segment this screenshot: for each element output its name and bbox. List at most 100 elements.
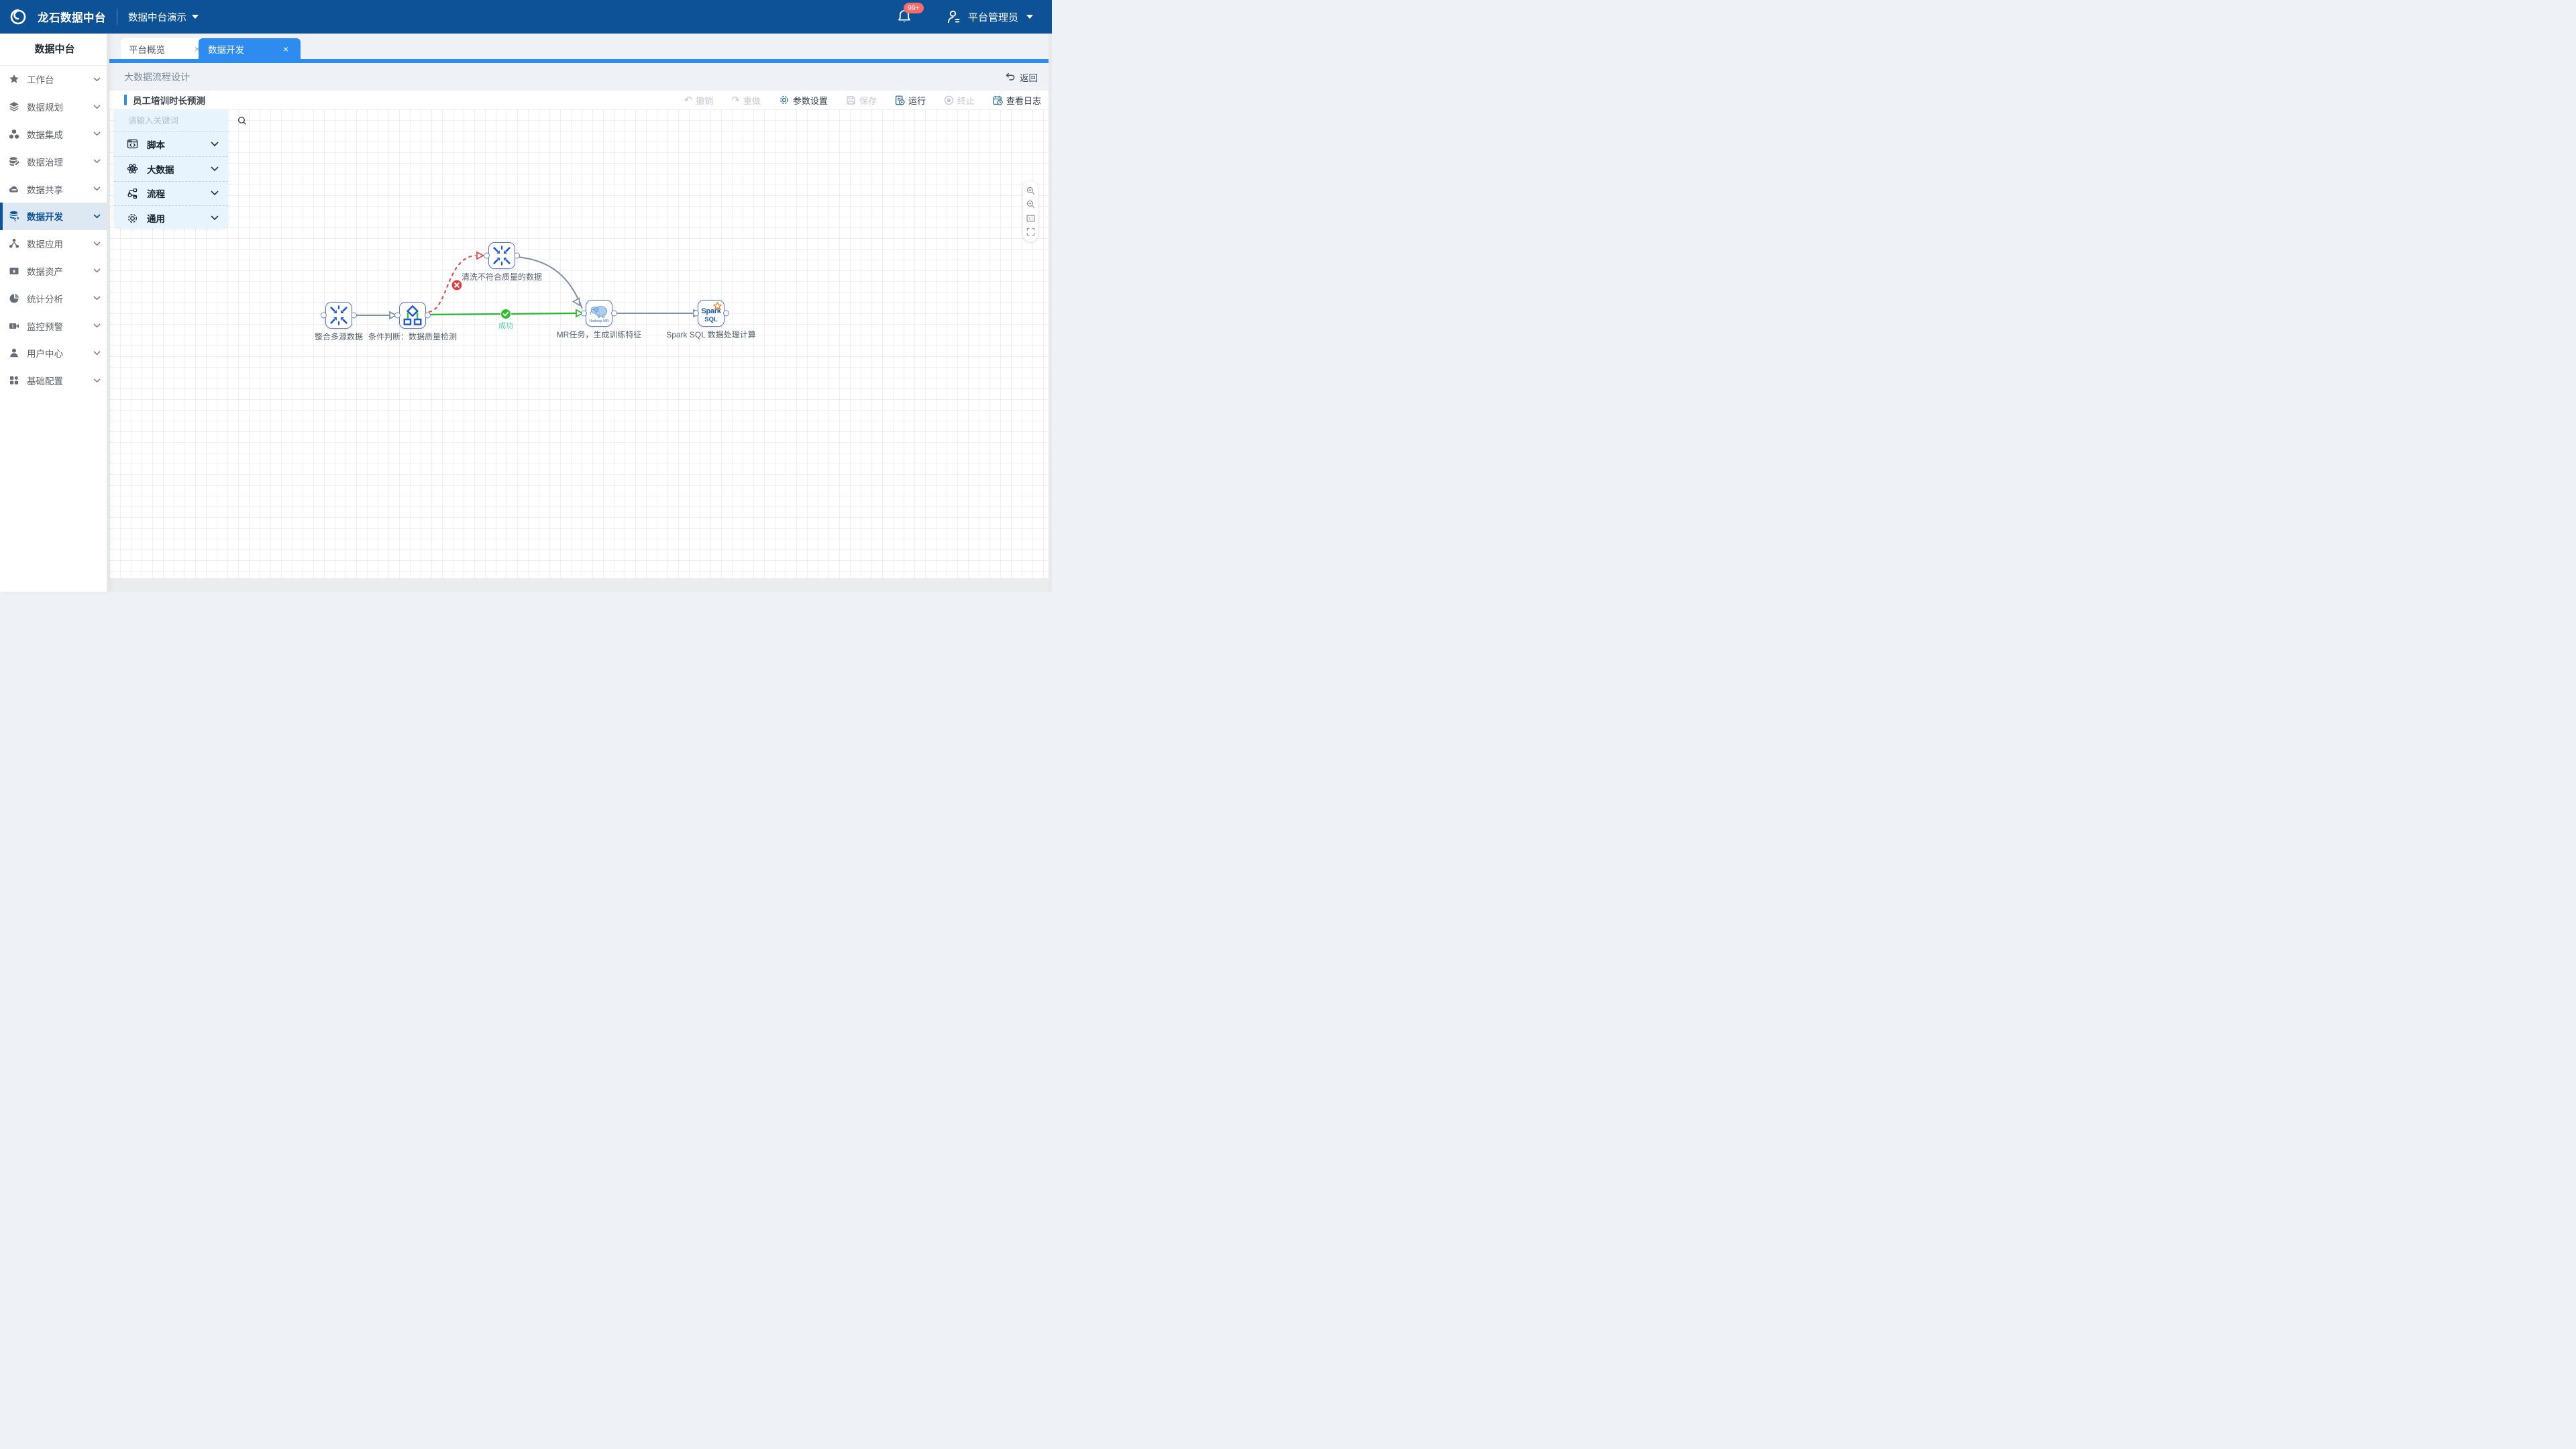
node-merge-sources[interactable] [325, 302, 352, 329]
view-logs-button[interactable]: 查看日志 [993, 94, 1041, 107]
notification-bell[interactable]: 99+ [897, 9, 912, 25]
bottom-strip [109, 578, 1052, 592]
chevron-down-icon [192, 15, 199, 19]
output-port[interactable] [723, 311, 729, 317]
log-calendar-icon [993, 95, 1003, 105]
brand-logo-icon [8, 7, 28, 27]
sidebar-item-data-application[interactable]: 数据应用 [0, 230, 109, 258]
sidebar-item-data-assets[interactable]: ¥ 数据资产 [0, 258, 109, 285]
node-label: 清洗不符合质量的数据 [428, 271, 576, 282]
sidebar-item-user-center[interactable]: 用户中心 [0, 339, 109, 367]
canvas-zoom-controls: 1:1 [1023, 181, 1038, 241]
sidebar-item-label: 数据应用 [27, 237, 63, 250]
flow-name: 员工培训时长预测 [124, 93, 205, 107]
chevron-down-icon [211, 191, 219, 196]
chevron-down-icon [93, 105, 101, 109]
converge-arrows-icon [328, 305, 350, 326]
user-icon [9, 347, 19, 358]
node-label: 条件判断：数据质量检测 [339, 331, 486, 342]
output-port[interactable] [611, 311, 617, 317]
layers-icon [9, 101, 19, 112]
back-button[interactable]: 返回 [1006, 70, 1038, 84]
run-icon [895, 95, 905, 105]
save-button: 保存 [846, 94, 877, 107]
input-port[interactable] [693, 311, 699, 317]
output-port[interactable] [514, 253, 520, 259]
sidebar-item-label: 数据规划 [27, 100, 63, 113]
sidebar-item-workbench[interactable]: 工作台 [0, 66, 109, 93]
sidebar-item-data-development[interactable]: 数据开发 [0, 203, 109, 230]
svg-text:1:1: 1:1 [1028, 217, 1033, 221]
palette-category-script[interactable]: 脚本 [114, 131, 228, 156]
input-port[interactable] [581, 311, 587, 317]
run-button[interactable]: 运行 [895, 94, 926, 107]
sidebar-item-label: 数据资产 [27, 264, 63, 278]
database-pen-icon [9, 156, 19, 167]
pie-chart-icon [9, 293, 19, 304]
converge-arrows-icon [491, 245, 513, 266]
node-label: Spark SQL 数据处理计算 [637, 329, 785, 340]
sidebar-item-label: 统计分析 [27, 292, 63, 305]
zoom-out-icon[interactable] [1026, 200, 1035, 209]
flow-canvas[interactable]: 脚本 大数据 流程 通用 [109, 109, 1052, 578]
sidebar-item-label: 数据共享 [27, 182, 63, 196]
star-icon [9, 74, 19, 85]
input-port[interactable] [484, 253, 490, 259]
window-scrollbar[interactable] [1049, 34, 1052, 592]
workspace-switcher[interactable]: 数据中台演示 [128, 10, 199, 24]
node-clean-bad-data[interactable] [488, 242, 515, 269]
actual-size-icon[interactable]: 1:1 [1026, 214, 1035, 223]
tab-data-development[interactable]: 数据开发 × [199, 38, 301, 59]
script-icon [127, 138, 138, 150]
palette-category-label: 大数据 [147, 162, 174, 176]
palette-category-bigdata[interactable]: 大数据 [114, 156, 228, 181]
brand-title: 龙石数据中台 [38, 9, 106, 25]
sidebar: 数据中台 工作台 数据规划 数据集成 数据治理 数据共享 数据开发 数据应用 ¥… [0, 34, 109, 592]
tab-label: 数据开发 [208, 42, 244, 56]
fit-view-icon[interactable] [1026, 227, 1035, 236]
palette-category-general[interactable]: 通用 [114, 205, 228, 230]
flow-toolbar: 员工培训时长预测 ↶ 撤销 ↷ 重做 参数设置 保存 [109, 91, 1052, 109]
gear-icon [127, 213, 138, 224]
node-hadoop-mr-task[interactable]: Hadoop MR [586, 300, 612, 327]
input-port[interactable] [321, 313, 327, 319]
palette-category-flow[interactable]: 流程 [114, 181, 228, 206]
sidebar-item-data-planning[interactable]: 数据规划 [0, 93, 109, 121]
sidebar-item-label: 数据开发 [27, 209, 63, 223]
input-port[interactable] [394, 313, 400, 319]
chevron-down-icon [93, 186, 101, 191]
chevron-down-icon [93, 214, 101, 219]
zoom-in-icon[interactable] [1026, 186, 1035, 195]
sidebar-item-data-governance[interactable]: 数据治理 [0, 148, 109, 175]
sidebar-item-label: 数据集成 [27, 127, 63, 141]
sidebar-item-data-sharing[interactable]: 数据共享 [0, 175, 109, 203]
output-port[interactable] [351, 313, 357, 319]
stop-icon [944, 95, 954, 105]
search-input[interactable] [127, 115, 237, 126]
parameter-settings-button[interactable]: 参数设置 [779, 94, 828, 107]
palette-category-label: 脚本 [147, 138, 165, 151]
output-port[interactable] [425, 313, 431, 319]
save-icon [846, 95, 856, 105]
node-logo-text: Hadoop MR [589, 319, 608, 323]
sidebar-item-statistics[interactable]: 统计分析 [0, 284, 109, 312]
search-icon[interactable] [237, 116, 247, 125]
close-icon[interactable]: × [280, 44, 291, 54]
tab-platform-overview[interactable]: 平台概览 × [121, 38, 211, 59]
tab-label: 平台概览 [129, 42, 165, 56]
node-spark-sql[interactable]: Spark SQL [698, 300, 724, 327]
sidebar-item-basic-config[interactable]: 基础配置 [0, 367, 109, 394]
user-menu[interactable]: 平台管理员 [947, 9, 1033, 24]
sidebar-scrollbar[interactable] [107, 34, 109, 592]
chevron-down-icon [211, 215, 219, 221]
chevron-down-icon [93, 131, 101, 136]
chevron-down-icon [211, 142, 219, 147]
chevron-down-icon [93, 241, 101, 246]
edge-success-badge [500, 309, 511, 319]
sidebar-item-monitoring[interactable]: 监控预警 [0, 312, 109, 339]
node-condition-quality-check[interactable] [399, 302, 426, 329]
chevron-down-icon [93, 296, 101, 301]
chevron-down-icon [93, 351, 101, 356]
sidebar-item-data-integration[interactable]: 数据集成 [0, 121, 109, 148]
cloud-icon [9, 184, 19, 195]
